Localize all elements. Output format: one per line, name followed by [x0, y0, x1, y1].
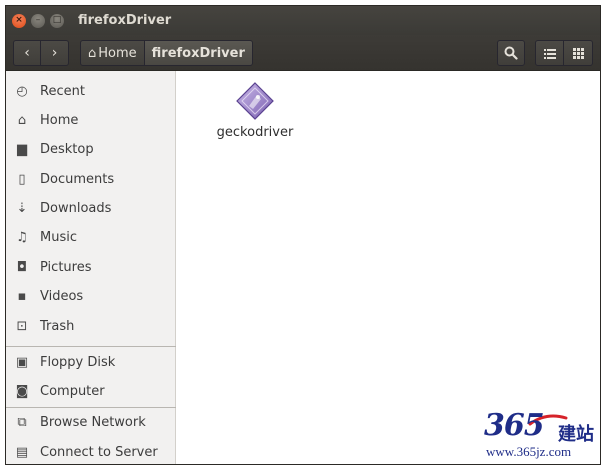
sidebar: ◴ Recent ⌂ Home ▆ Desktop ▯ Documents ⇣ …	[6, 71, 176, 464]
list-view-button[interactable]	[535, 40, 564, 66]
breadcrumb-current[interactable]: firefoxDriver	[144, 40, 253, 66]
minimize-button[interactable]: –	[31, 13, 45, 28]
sidebar-item-label: Recent	[40, 83, 85, 99]
sidebar-item-videos[interactable]: ▪ Videos	[6, 282, 176, 310]
maximize-button[interactable]: □	[50, 13, 64, 28]
sidebar-item-browse-network[interactable]: ⧉ Browse Network	[6, 408, 176, 436]
search-icon	[504, 46, 518, 60]
view-mode-buttons	[535, 40, 593, 66]
sidebar-item-label: Home	[40, 112, 79, 128]
watermark-url: www.365jz.com	[486, 444, 572, 459]
sidebar-item-label: Computer	[40, 383, 105, 399]
sidebar-item-home[interactable]: ⌂ Home	[6, 106, 176, 134]
sidebar-item-trash[interactable]: ⊡ Trash	[6, 312, 176, 340]
home-icon: ⌂	[88, 45, 97, 61]
sidebar-item-label: Connect to Server	[40, 444, 158, 460]
file-name: geckodriver	[216, 125, 294, 140]
sidebar-item-label: Documents	[40, 171, 115, 187]
list-view-icon	[543, 48, 556, 59]
sidebar-item-connect-to-server[interactable]: ▤ Connect to Server	[6, 438, 176, 464]
music-icon: ♫	[16, 229, 28, 245]
home-icon: ⌂	[17, 112, 27, 128]
file-item-geckodriver[interactable]: geckodriver	[212, 81, 298, 140]
search-button[interactable]	[497, 40, 525, 66]
sidebar-item-label: Desktop	[40, 141, 94, 157]
floppy-icon: ▣	[15, 354, 29, 370]
sidebar-item-floppy-disk[interactable]: ▣ Floppy Disk	[6, 348, 176, 376]
sidebar-item-label: Downloads	[40, 200, 112, 216]
grid-view-button[interactable]	[564, 40, 593, 66]
forward-button[interactable]: ›	[41, 40, 69, 66]
server-icon: ▤	[15, 444, 29, 460]
sidebar-item-downloads[interactable]: ⇣ Downloads	[6, 194, 176, 222]
sidebar-item-label: Music	[40, 229, 77, 245]
watermark-chinese: 建站	[558, 424, 594, 445]
breadcrumb: ⌂ Home firefoxDriver	[80, 40, 253, 66]
document-icon: ▯	[18, 171, 26, 187]
sidebar-item-label: Trash	[40, 318, 75, 334]
folder-icon: ▆	[17, 141, 27, 157]
sidebar-item-computer[interactable]: ◙ Computer	[6, 377, 176, 405]
grid-view-icon	[572, 47, 584, 59]
network-icon: ⧉	[17, 414, 27, 430]
computer-icon: ◙	[15, 383, 29, 399]
video-icon: ▪	[17, 288, 27, 304]
breadcrumb-home[interactable]: ⌂ Home	[80, 40, 145, 66]
close-button[interactable]: ×	[12, 13, 26, 28]
file-view: geckodriver	[176, 71, 600, 464]
sidebar-item-label: Browse Network	[40, 414, 146, 430]
file-manager-window: × – □ firefoxDriver ‹ › ⌂ Home firefoxDr…	[5, 5, 601, 465]
back-button[interactable]: ‹	[13, 40, 41, 66]
sidebar-item-recent[interactable]: ◴ Recent	[6, 77, 176, 105]
sidebar-item-pictures[interactable]: ◘ Pictures	[6, 253, 176, 281]
sidebar-separator	[6, 346, 176, 347]
sidebar-item-documents[interactable]: ▯ Documents	[6, 165, 176, 193]
navigation-buttons: ‹ ›	[13, 40, 69, 66]
sidebar-item-label: Floppy Disk	[40, 354, 116, 370]
sidebar-item-label: Pictures	[40, 259, 92, 275]
download-icon: ⇣	[16, 200, 28, 216]
watermark-logo: 365 建站 www.365jz.com	[478, 408, 604, 460]
sidebar-item-desktop[interactable]: ▆ Desktop	[6, 135, 176, 163]
camera-icon: ◘	[16, 259, 28, 275]
trash-icon: ⊡	[16, 318, 28, 334]
breadcrumb-home-label: Home	[98, 45, 137, 61]
sidebar-item-label: Videos	[40, 288, 84, 304]
breadcrumb-current-label: firefoxDriver	[151, 45, 245, 61]
sidebar-item-music[interactable]: ♫ Music	[6, 223, 176, 251]
executable-icon	[236, 82, 274, 120]
title-bar: × – □ firefoxDriver	[6, 6, 600, 35]
window-title: firefoxDriver	[78, 13, 172, 28]
watermark-number: 365	[484, 408, 545, 443]
clock-icon: ◴	[16, 83, 28, 99]
toolbar: ‹ › ⌂ Home firefoxDriver	[6, 35, 600, 71]
